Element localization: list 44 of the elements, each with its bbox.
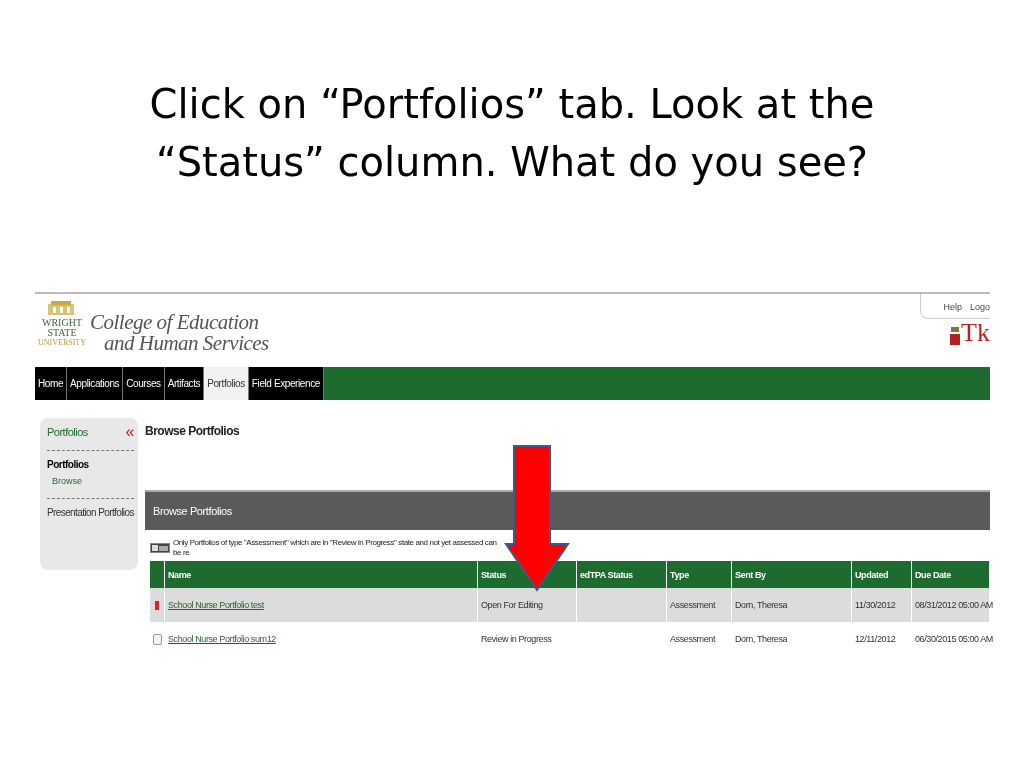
info-note: Only Portfolios of type "Assessment" which are in "Review in Progress" state and not yet assessed can be re	[173, 538, 498, 558]
table-cell: Dorn, Theresa	[735, 634, 788, 644]
help-link[interactable]: Help	[943, 302, 962, 312]
panel-header: Browse Portfolios	[145, 490, 990, 530]
column-header[interactable]: Name	[168, 569, 191, 580]
nav-tab[interactable]: Applications	[67, 367, 124, 400]
table-cell: Review in Progress	[481, 634, 552, 644]
table-cell: 11/30/2012	[855, 600, 896, 610]
table-cell: Dorn, Theresa	[735, 600, 788, 610]
nav-tab[interactable]: Artifacts	[164, 367, 205, 400]
portfolio-link[interactable]: School Nurse Portfolio sum12	[168, 634, 276, 644]
marker-icon	[155, 600, 159, 610]
sidebar-link[interactable]: Browse	[47, 470, 134, 486]
university-logo-text: WRIGHT STATE UNIVERSITY	[38, 318, 86, 347]
table-cell: 12/11/2012	[855, 634, 896, 644]
building-icon	[47, 300, 77, 316]
collapse-icon[interactable]: «	[125, 426, 134, 438]
column-header[interactable]: Type	[670, 569, 689, 580]
sidebar-heading: Portfolios	[47, 459, 90, 470]
table-cell: Assessment	[670, 634, 716, 644]
sidebar-title: Portfolios	[47, 426, 88, 438]
page-title: Browse Portfolios	[145, 423, 241, 440]
nav-tab[interactable]: Field Experience	[248, 367, 324, 400]
nav-tab[interactable]: Courses	[123, 367, 165, 400]
logout-link[interactable]: Logo	[969, 302, 990, 312]
sidebar-link[interactable]: Presentation Portfolios	[47, 507, 134, 518]
brand-logo: Tk	[961, 321, 990, 345]
college-name: College of Education and Human Services	[90, 309, 269, 354]
nav-tab[interactable]: Portfolios	[204, 367, 249, 400]
column-header[interactable]: edTPA Status	[580, 569, 633, 580]
checkbox[interactable]	[152, 633, 162, 645]
slide-title: Click on “Portfolios” tab. Look at the “Status” column. What do you see?	[148, 80, 876, 187]
portfolio-link[interactable]: School Nurse Portfolio test	[168, 600, 264, 610]
table-cell: 06/30/2015 05:00 AM	[915, 634, 993, 644]
table-cell: Open For Editing	[481, 600, 543, 610]
column-header[interactable]: Due Date	[915, 569, 951, 580]
table-cell: 08/31/2012 05:00 AM	[915, 600, 993, 610]
nav-tab[interactable]: Home	[35, 367, 68, 400]
apple-icon	[950, 327, 961, 345]
column-header[interactable]: Sent By	[735, 569, 766, 580]
table-cell: Assessment	[670, 600, 716, 610]
export-icon[interactable]	[150, 543, 170, 553]
column-header[interactable]: Updated	[855, 569, 889, 580]
column-header[interactable]: Status	[481, 569, 507, 580]
